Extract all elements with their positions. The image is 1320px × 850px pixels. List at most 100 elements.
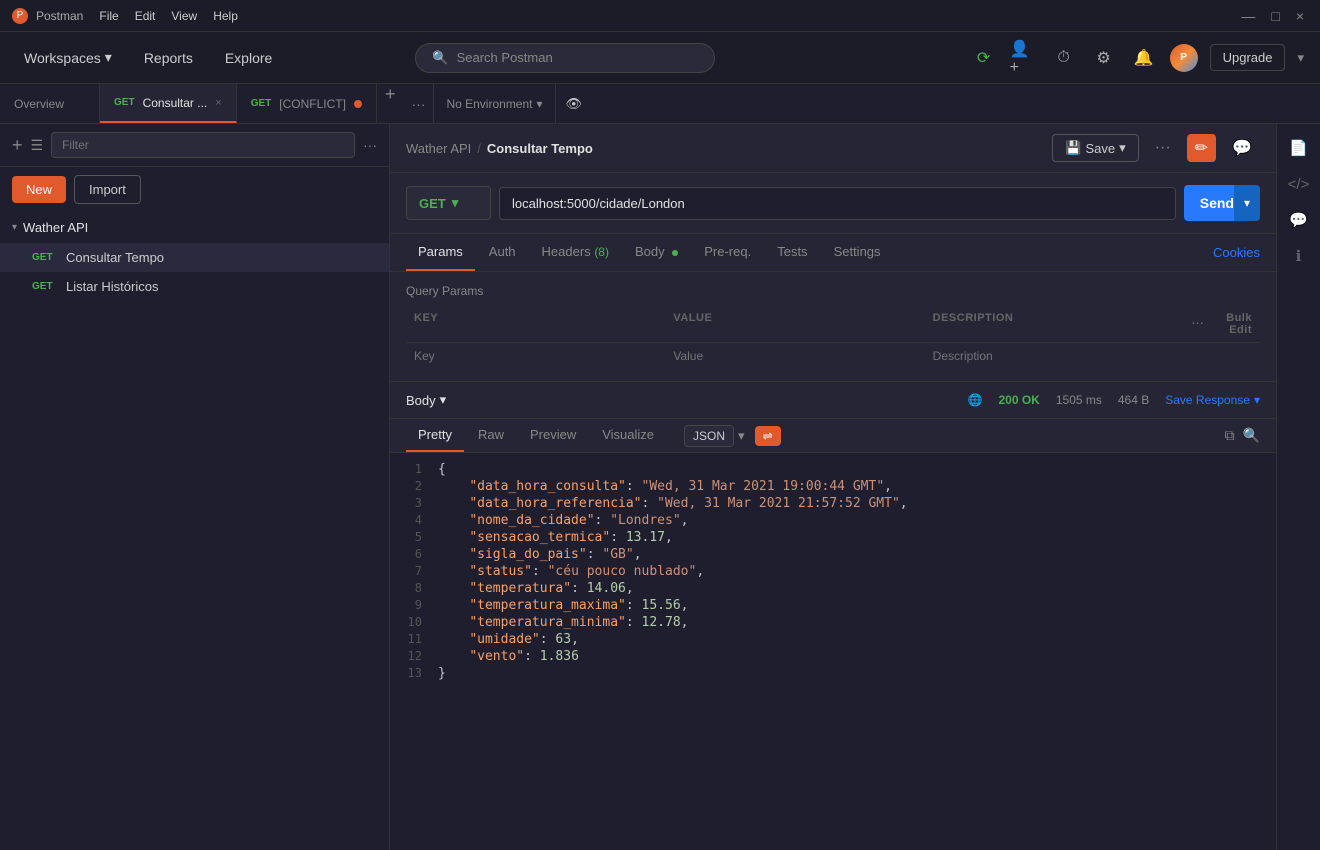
import-button[interactable]: Import [74,175,141,204]
no-environment-selector[interactable]: No Environment ▾ [433,84,554,123]
cookies-link[interactable]: Cookies [1213,245,1260,260]
code-line-2: 2 "data_hora_consulta": "Wed, 31 Mar 202… [390,478,1276,495]
sidebar-more-options-button[interactable]: ··· [363,137,377,153]
settings-icon[interactable]: ⚙ [1090,44,1118,72]
response-section: Body ▾ 🌐 200 OK 1505 ms 464 B Save Respo… [390,382,1276,850]
tab-tests[interactable]: Tests [765,234,819,271]
request-line: GET ▾ Send ▾ [390,173,1276,234]
params-table: KEY VALUE DESCRIPTION ··· Bulk Edit [406,306,1260,369]
bulk-edit-button[interactable]: Bulk Edit [1208,312,1252,336]
copy-response-button[interactable]: ⧉ [1225,427,1235,444]
params-table-header: KEY VALUE DESCRIPTION ··· Bulk Edit [406,306,1260,343]
tab-conflict-method: GET [251,98,272,109]
sidebar-item-listar-historicos[interactable]: GET Listar Históricos [0,272,389,301]
edit-button[interactable]: ✏ [1187,134,1216,162]
listar-method-label: GET [32,281,60,292]
explore-link[interactable]: Explore [217,44,280,72]
format-selector[interactable]: JSON ▾ [684,425,745,447]
status-ok-badge: 200 OK [998,393,1039,407]
resp-tab-preview[interactable]: Preview [518,419,588,452]
code-line-6: 6 "sigla_do_pais": "GB", [390,546,1276,563]
param-value-input[interactable] [673,349,924,363]
add-tab-button[interactable]: + [377,84,404,123]
code-line-10: 10 "temperatura_minima": 12.78, [390,614,1276,631]
save-response-button[interactable]: Save Response ▾ [1165,393,1260,407]
response-size: 464 B [1118,393,1149,407]
tab-consultar-close-button[interactable]: × [215,97,221,109]
resp-tab-visualize[interactable]: Visualize [590,419,666,452]
format-chevron-icon: ▾ [738,428,745,444]
url-input[interactable] [499,187,1176,220]
method-selector[interactable]: GET ▾ [406,186,491,220]
tab-auth[interactable]: Auth [477,234,528,271]
resp-tab-raw[interactable]: Raw [466,419,516,452]
sidebar-search-input[interactable] [51,132,355,158]
sidebar-toolbar: + ☰ ··· [0,124,389,167]
tab-headers[interactable]: Headers (8) [530,234,621,271]
notifications-icon[interactable]: 🔔 [1130,44,1158,72]
send-button[interactable]: Send [1184,185,1234,221]
top-nav: Workspaces ▾ Reports Explore 🔍 Search Po… [0,32,1320,84]
resp-tab-pretty[interactable]: Pretty [406,419,464,452]
eye-button[interactable]: 👁 [555,84,593,123]
menu-edit[interactable]: Edit [135,9,156,23]
tab-bar: Overview GET Consultar ... × GET [CONFLI… [0,84,1320,124]
code-line-5: 5 "sensacao_termica": 13.17, [390,529,1276,546]
tab-body[interactable]: Body [623,234,690,271]
nav-icons: ⟳ 👤+ ⏱ ⚙ 🔔 P Upgrade ▾ [970,44,1304,72]
save-button[interactable]: 💾 Save ▾ [1052,134,1138,162]
params-more-icon[interactable]: ··· [1192,318,1205,330]
right-comment-icon[interactable]: 💬 [1283,204,1315,236]
sidebar-content: ▾ Wather API GET Consultar Tempo GET Lis… [0,212,389,850]
line-wrap-button[interactable]: ⇌ [755,426,781,446]
menu-bar: File Edit View Help [99,9,238,23]
collection-header-wather-api[interactable]: ▾ Wather API [0,212,389,243]
code-line-12: 12 "vento": 1.836 [390,648,1276,665]
conflict-dot [354,100,362,108]
search-response-button[interactable]: 🔍 [1243,427,1260,444]
sync-icon[interactable]: ⟳ [970,44,998,72]
account-icon[interactable]: P [1170,44,1198,72]
right-code-icon[interactable]: </> [1283,168,1315,200]
tab-params[interactable]: Params [406,234,475,271]
upgrade-button[interactable]: Upgrade [1210,44,1286,71]
code-line-13: 13 } [390,665,1276,682]
tab-settings[interactable]: Settings [822,234,893,271]
tab-prereq[interactable]: Pre-req. [692,234,763,271]
invite-icon[interactable]: 👤+ [1010,44,1038,72]
tab-conflict[interactable]: GET [CONFLICT] [237,84,377,123]
minimize-button[interactable]: — [1237,8,1259,24]
upgrade-chevron-icon[interactable]: ▾ [1297,50,1304,66]
maximize-button[interactable]: □ [1267,8,1283,24]
new-button[interactable]: New [12,176,66,203]
method-chevron-icon: ▾ [452,195,459,211]
search-bar[interactable]: 🔍 Search Postman [415,43,715,73]
menu-file[interactable]: File [99,9,118,23]
right-info-icon[interactable]: ℹ [1283,240,1315,272]
param-description-input[interactable] [933,349,1184,363]
app-name: Postman [36,9,83,23]
reports-link[interactable]: Reports [136,44,201,72]
param-key-input[interactable] [414,349,665,363]
app-icon: P [12,8,28,24]
request-tabs: Params Auth Headers (8) Body Pre-req. Te… [390,234,1276,272]
response-title[interactable]: Body ▾ [406,392,446,408]
close-button[interactable]: × [1292,8,1308,24]
comment-button[interactable]: 💬 [1224,134,1260,162]
sidebar-filter-icon[interactable]: ☰ [31,137,44,154]
response-title-chevron-icon: ▾ [440,392,447,408]
menu-view[interactable]: View [171,9,197,23]
sidebar-item-consultar-tempo[interactable]: GET Consultar Tempo [0,243,389,272]
tab-consultar[interactable]: GET Consultar ... × [100,84,237,123]
breadcrumb-parent-link[interactable]: Wather API [406,141,471,156]
more-tabs-button[interactable]: ··· [403,84,433,123]
save-response-chevron-icon: ▾ [1254,393,1260,407]
sidebar-add-icon[interactable]: + [12,135,23,156]
workspaces-button[interactable]: Workspaces ▾ [16,43,120,72]
more-options-button[interactable]: ··· [1147,135,1179,161]
right-api-icon[interactable]: 📄 [1283,132,1315,164]
tab-overview[interactable]: Overview [0,84,100,123]
send-dropdown-button[interactable]: ▾ [1234,185,1260,221]
history-icon[interactable]: ⏱ [1050,44,1078,72]
menu-help[interactable]: Help [213,9,238,23]
